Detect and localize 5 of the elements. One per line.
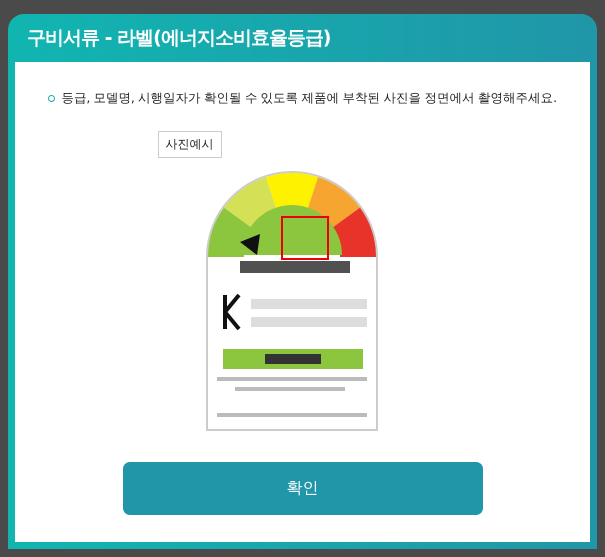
confirm-button[interactable]: 확인 [122, 462, 482, 515]
bullet-icon [48, 95, 56, 102]
instruction-text: 등급, 모델명, 시행일자가 확인될 수 있도록 제품에 부착된 사진을 정면에서 촬영해주세요. [61, 90, 557, 107]
example-tag: 사진예시 [158, 131, 222, 158]
dialog-title: 구비서류 - 라벨(에너지소비효율등급) [27, 26, 330, 51]
